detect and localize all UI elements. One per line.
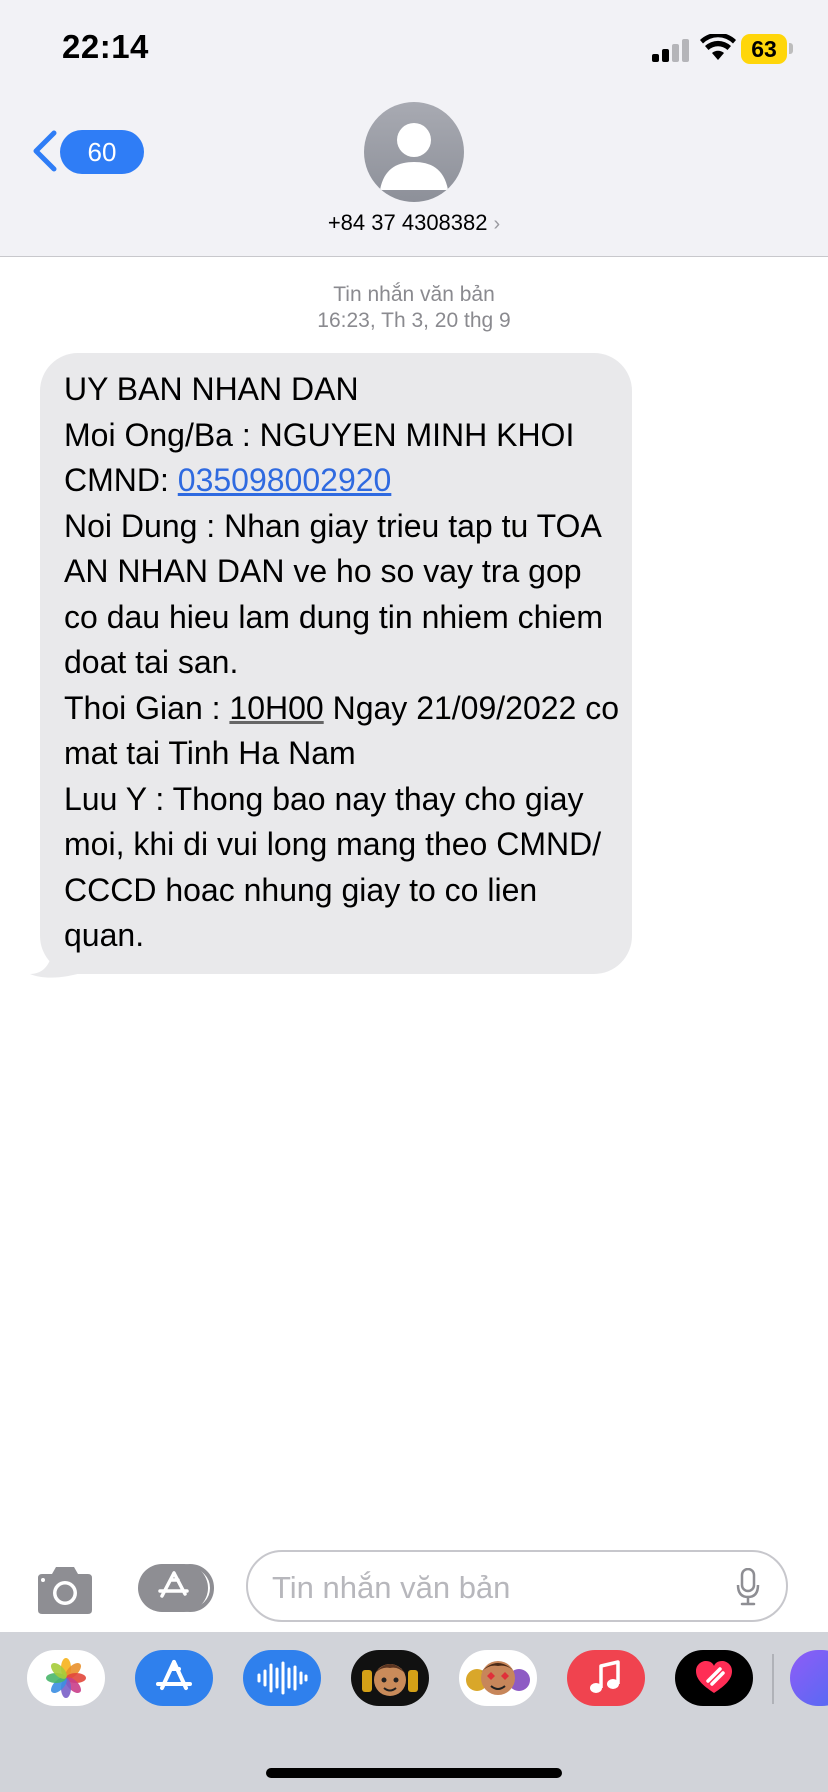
wifi-icon — [700, 34, 736, 60]
status-time: 22:14 — [62, 28, 149, 65]
message-type-label: Tin nhắn văn bản — [333, 283, 495, 306]
message-timestamp: 16:23, Th 3, 20 thg 9 — [317, 309, 511, 332]
phone-number-link[interactable]: 035098002920 — [178, 462, 392, 498]
back-button[interactable]: 60 — [30, 126, 144, 176]
contact-name-row[interactable]: +84 37 4308382 › — [0, 210, 828, 236]
message-text: UY BAN NHAN DAN Moi Ong/Ba : NGUYEN MINH… — [64, 367, 624, 959]
composer-bar: Tin nhắn văn bản — [0, 1548, 828, 1630]
home-indicator[interactable] — [266, 1768, 562, 1778]
more-apps-icon[interactable] — [790, 1650, 828, 1706]
microphone-icon[interactable] — [736, 1568, 760, 1606]
message-line-1: UY BAN NHAN DAN — [64, 371, 359, 407]
audio-message-icon[interactable] — [243, 1650, 321, 1706]
app-store-apps-icon[interactable] — [138, 1564, 214, 1612]
animoji-icon[interactable] — [459, 1650, 537, 1706]
contact-avatar[interactable] — [364, 102, 464, 202]
header: 22:14 63 60 +84 37 4308382 › — [0, 0, 828, 257]
music-icon[interactable] — [567, 1650, 645, 1706]
message-input-placeholder: Tin nhắn văn bản — [272, 1570, 511, 1605]
app-store-icon[interactable] — [135, 1650, 213, 1706]
message-line-5-prefix: Thoi Gian : — [64, 689, 230, 726]
drawer-divider — [772, 1654, 774, 1704]
message-line-3-prefix: CMND: — [64, 462, 178, 498]
battery-level: 63 — [741, 34, 787, 64]
time-link[interactable]: 10H00 — [229, 690, 323, 726]
contact-number: +84 37 4308382 — [327, 210, 488, 235]
memoji-icon[interactable] — [351, 1650, 429, 1706]
camera-icon[interactable] — [34, 1564, 96, 1616]
chevron-left-icon — [33, 130, 57, 172]
person-silhouette-icon — [380, 123, 448, 190]
thread-meta: Tin nhắn văn bản 16:23, Th 3, 20 thg 9 — [0, 282, 828, 334]
photos-icon[interactable] — [27, 1650, 105, 1706]
battery-cap — [789, 43, 793, 54]
unread-count-badge: 60 — [60, 130, 144, 174]
digital-touch-icon[interactable] — [675, 1650, 753, 1706]
chevron-right-icon: › — [493, 213, 501, 235]
cellular-signal-icon — [652, 38, 692, 62]
message-line-2: Moi Ong/Ba : NGUYEN MINH KHOI — [64, 416, 575, 453]
message-input[interactable]: Tin nhắn văn bản — [246, 1550, 788, 1622]
message-line-6: Luu Y : Thong bao nay thay cho giay moi,… — [64, 780, 602, 954]
message-line-4: Noi Dung : Nhan giay trieu tap tu TOA AN… — [64, 507, 603, 681]
